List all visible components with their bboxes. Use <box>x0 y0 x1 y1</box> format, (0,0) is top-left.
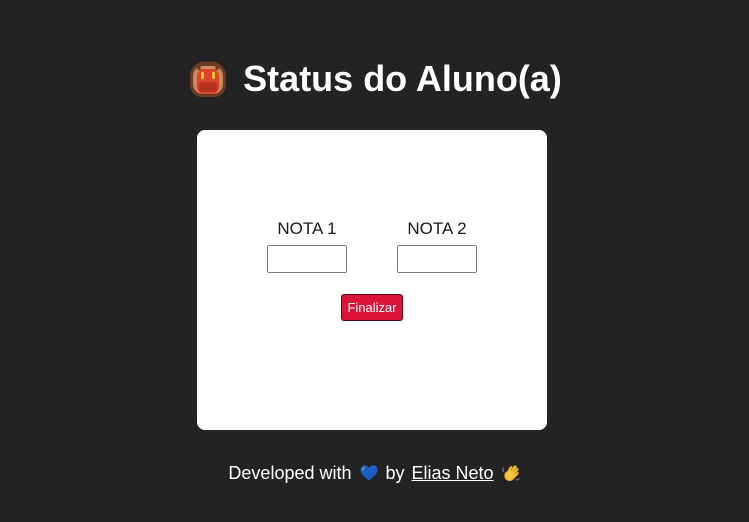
nota2-label: NOTA 2 <box>407 219 467 238</box>
backpack-icon <box>190 61 227 97</box>
nota1-input[interactable] <box>267 245 347 273</box>
nota1-field-group: NOTA 1 <box>267 218 347 273</box>
grades-card: NOTA 1 NOTA 2 Finalizar <box>197 130 547 430</box>
nota1-label: NOTA 1 <box>277 219 337 238</box>
footer-by: by <box>385 462 405 483</box>
nota2-field-group: NOTA 2 <box>397 218 477 273</box>
blue-heart-icon <box>360 465 377 481</box>
author-link[interactable]: Elias Neto <box>412 463 494 484</box>
nota2-input[interactable] <box>397 245 477 273</box>
page: Status do Aluno(a) NOTA 1 NOTA 2 Finaliz… <box>0 0 749 522</box>
page-title: Status do Aluno(a) <box>243 58 562 99</box>
footer-prefix: Developed with <box>228 462 352 483</box>
footer: Developed with by Elias Neto <box>0 460 749 486</box>
finalizar-button[interactable]: Finalizar <box>341 294 403 321</box>
header: Status do Aluno(a) <box>0 56 749 102</box>
waving-hand-icon <box>501 465 520 482</box>
